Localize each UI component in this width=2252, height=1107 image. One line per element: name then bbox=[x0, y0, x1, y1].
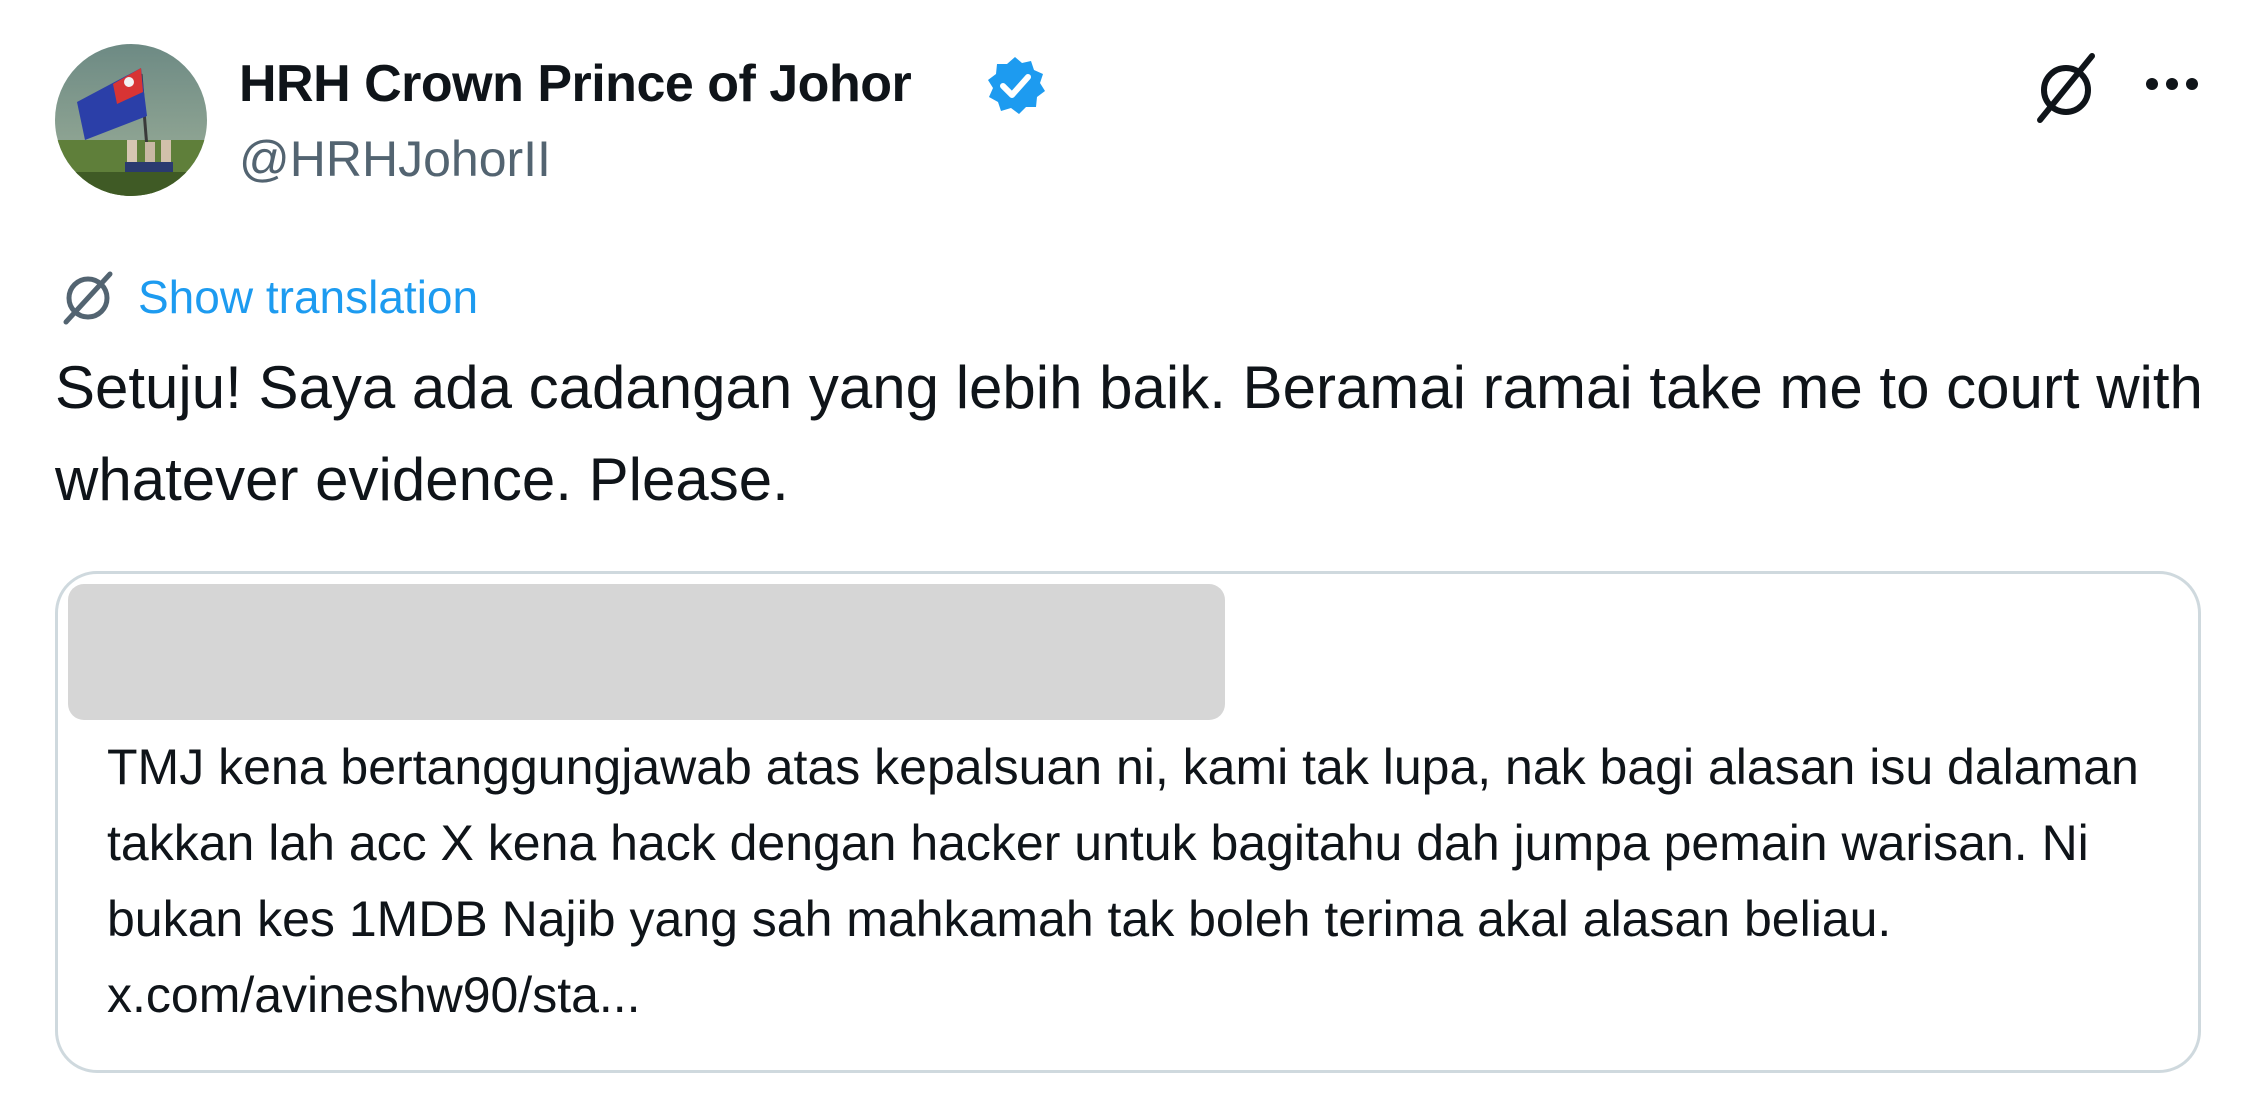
show-translation-label: Show translation bbox=[138, 271, 479, 323]
translate-small-icon bbox=[63, 271, 113, 325]
quoted-tweet-text: TMJ kena bertanggungjawab atas kepalsuan… bbox=[107, 739, 2153, 1023]
verified-badge-icon bbox=[983, 53, 1047, 117]
show-translation-link[interactable]: Show translation bbox=[60, 265, 478, 329]
author-handle[interactable]: @HRHJohorII bbox=[239, 128, 551, 190]
quoted-tweet-card[interactable]: TMJ kena bertanggungjawab atas kepalsuan… bbox=[55, 571, 2201, 1073]
translate-icon[interactable] bbox=[2030, 48, 2102, 128]
tweet-text: Setuju! Saya ada cadangan yang lebih bai… bbox=[55, 354, 2220, 513]
avatar-flag-photo-icon bbox=[55, 44, 207, 196]
more-icon[interactable] bbox=[2138, 58, 2206, 110]
redacted-quote-author bbox=[68, 584, 1225, 720]
author-display-name[interactable]: HRH Crown Prince of Johor bbox=[239, 52, 912, 116]
author-avatar[interactable] bbox=[55, 44, 207, 196]
